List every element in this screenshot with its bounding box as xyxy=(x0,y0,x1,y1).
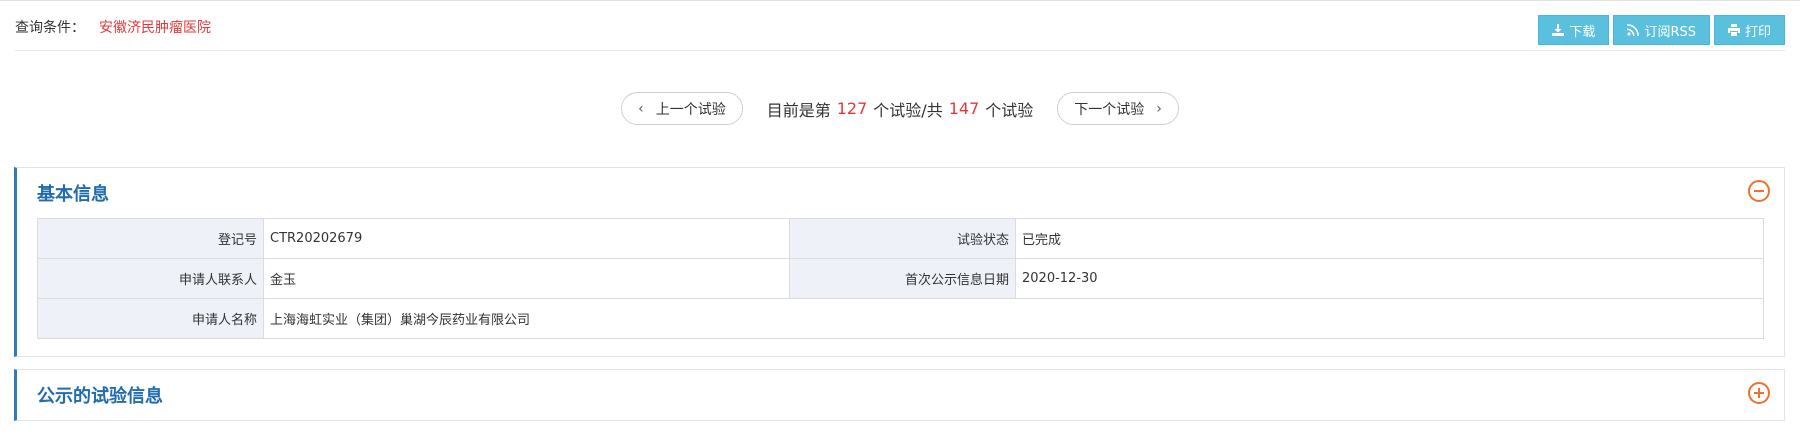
page: 查询条件： 安徽济民肿瘤医院 下载 订阅RSS 打印 ‹ 上一个试验 目前是第 … xyxy=(0,0,1800,437)
download-label: 下载 xyxy=(1569,24,1596,40)
query-divider xyxy=(15,50,1785,51)
download-icon xyxy=(1552,24,1565,36)
pager-current: 127 xyxy=(836,99,868,118)
prev-trial-button[interactable]: ‹ 上一个试验 xyxy=(621,92,743,125)
registration-number-value: CTR20202679 xyxy=(263,218,790,259)
basic-info-panel: 基本信息 登记号 CTR20202679 试验状态 已完成 申请人联系人 金玉 … xyxy=(14,167,1785,357)
expand-icon[interactable] xyxy=(1748,382,1770,404)
pager-text-before: 目前是第 xyxy=(766,100,831,120)
print-icon xyxy=(1727,24,1740,36)
query-label: 查询条件： xyxy=(15,20,85,36)
collapse-icon[interactable] xyxy=(1748,180,1770,202)
first-publish-date-value: 2020-12-30 xyxy=(1015,258,1764,299)
table-row: 申请人联系人 金玉 首次公示信息日期 2020-12-30 xyxy=(37,258,1764,299)
next-trial-button[interactable]: 下一个试验 › xyxy=(1057,92,1179,125)
top-divider xyxy=(0,0,1800,1)
trial-pager: ‹ 上一个试验 目前是第 127 个试验/共 147 个试验 下一个试验 › xyxy=(0,92,1800,125)
prev-trial-label: 上一个试验 xyxy=(655,101,726,118)
rss-button[interactable]: 订阅RSS xyxy=(1613,15,1710,45)
pager-text-after: 个试验 xyxy=(985,100,1034,120)
download-button[interactable]: 下载 xyxy=(1538,15,1610,45)
table-row: 申请人名称 上海海虹实业（集团）巢湖今辰药业有限公司 xyxy=(37,298,1764,339)
public-trial-info-title: 公示的试验信息 xyxy=(37,386,163,407)
rss-icon xyxy=(1627,24,1640,36)
print-button[interactable]: 打印 xyxy=(1713,15,1785,45)
trial-status-value: 已完成 xyxy=(1015,218,1764,259)
query-bar: 查询条件： 安徽济民肿瘤医院 xyxy=(15,17,211,37)
applicant-contact-value: 金玉 xyxy=(263,258,790,299)
pager-total: 147 xyxy=(948,99,980,118)
pager-status: 目前是第 127 个试验/共 147 个试验 xyxy=(767,97,1034,121)
query-value: 安徽济民肿瘤医院 xyxy=(99,20,211,36)
chevron-left-icon: ‹ xyxy=(638,100,644,117)
applicant-name-label: 申请人名称 xyxy=(37,298,264,339)
action-toolbar: 下载 订阅RSS 打印 xyxy=(1538,15,1785,45)
next-trial-label: 下一个试验 xyxy=(1074,101,1145,118)
rss-label: 订阅RSS xyxy=(1644,24,1696,40)
basic-info-table: 登记号 CTR20202679 试验状态 已完成 申请人联系人 金玉 首次公示信… xyxy=(37,218,1764,339)
pager-text-middle: 个试验/共 xyxy=(873,100,943,120)
registration-number-label: 登记号 xyxy=(37,218,264,259)
table-row: 登记号 CTR20202679 试验状态 已完成 xyxy=(37,218,1764,259)
first-publish-date-label: 首次公示信息日期 xyxy=(789,258,1016,299)
public-trial-info-panel: 公示的试验信息 xyxy=(14,369,1785,421)
basic-info-title: 基本信息 xyxy=(37,184,109,205)
chevron-right-icon: › xyxy=(1156,100,1162,117)
applicant-contact-label: 申请人联系人 xyxy=(37,258,264,299)
trial-status-label: 试验状态 xyxy=(789,218,1016,259)
applicant-name-value: 上海海虹实业（集团）巢湖今辰药业有限公司 xyxy=(263,298,1764,339)
print-label: 打印 xyxy=(1744,24,1771,40)
